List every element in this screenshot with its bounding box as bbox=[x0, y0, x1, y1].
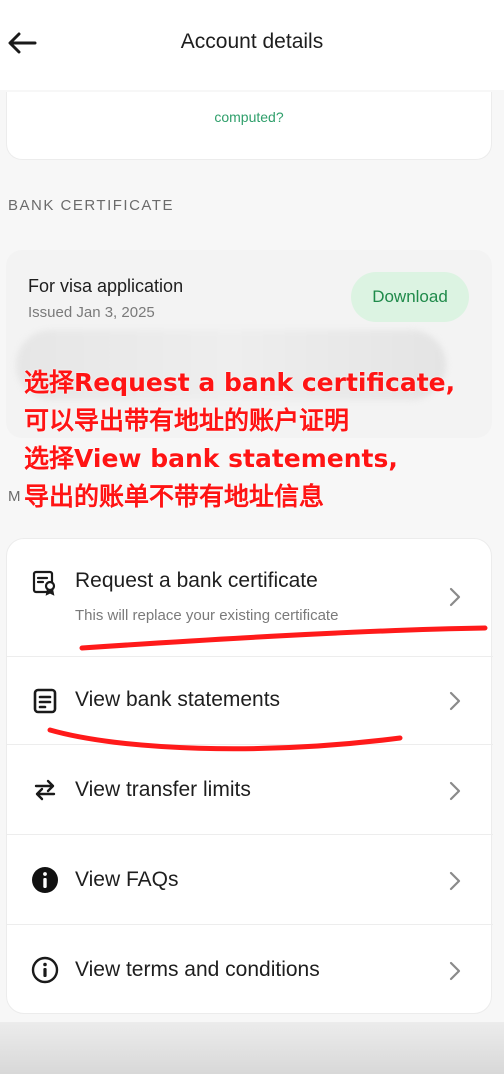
menu-item-label: View FAQs bbox=[75, 868, 179, 891]
certificate-title: For visa application bbox=[28, 276, 184, 296]
chevron-right-icon bbox=[447, 869, 463, 893]
annotation-line: 选择View bank statements, bbox=[24, 444, 398, 473]
menu-item-label: View bank statements bbox=[75, 688, 281, 711]
menu-item-faqs[interactable]: View FAQs bbox=[7, 835, 493, 925]
annotation-line: 选择Request a bank certificate, bbox=[24, 368, 456, 397]
account-actions-menu: Request a bank certificate This will rep… bbox=[6, 538, 493, 1015]
menu-item-terms[interactable]: View terms and conditions bbox=[7, 925, 493, 1015]
annotation-line: 可以导出带有地址的账户证明 bbox=[24, 406, 350, 435]
computed-link[interactable]: computed? bbox=[7, 109, 491, 125]
annotation-line: 导出的账单不带有地址信息 bbox=[24, 482, 325, 511]
bottom-shadow bbox=[0, 1022, 504, 1074]
menu-item-view-statements[interactable]: View bank statements bbox=[7, 657, 493, 745]
certificate-icon bbox=[31, 569, 59, 597]
menu-item-label: Request a bank certificate bbox=[75, 569, 318, 592]
bank-certificate-section-label: BANK CERTIFICATE bbox=[8, 197, 174, 214]
menu-item-label: View transfer limits bbox=[75, 778, 251, 801]
chevron-right-icon bbox=[447, 959, 463, 983]
top-bar: Account details bbox=[0, 0, 504, 90]
menu-item-label: View terms and conditions bbox=[75, 958, 320, 981]
menu-item-request-certificate[interactable]: Request a bank certificate This will rep… bbox=[7, 539, 493, 657]
info-outline-icon bbox=[31, 956, 59, 984]
certificate-issued-date: Issued Jan 3, 2025 bbox=[28, 304, 155, 321]
computed-info-card: computed? bbox=[6, 92, 492, 160]
statement-icon bbox=[31, 687, 59, 715]
more-section-label: M bbox=[8, 488, 22, 505]
menu-item-transfer-limits[interactable]: View transfer limits bbox=[7, 745, 493, 835]
chevron-right-icon bbox=[447, 585, 463, 609]
chevron-right-icon bbox=[447, 779, 463, 803]
annotation-overlay: 选择Request a bank certificate, 可以导出带有地址的账… bbox=[24, 364, 494, 516]
download-button[interactable]: Download bbox=[351, 272, 469, 322]
info-filled-icon bbox=[31, 866, 59, 894]
page-title: Account details bbox=[180, 30, 324, 53]
transfer-arrows-icon bbox=[31, 776, 59, 804]
menu-item-subtitle: This will replace your existing certific… bbox=[75, 607, 339, 624]
chevron-right-icon bbox=[447, 689, 463, 713]
